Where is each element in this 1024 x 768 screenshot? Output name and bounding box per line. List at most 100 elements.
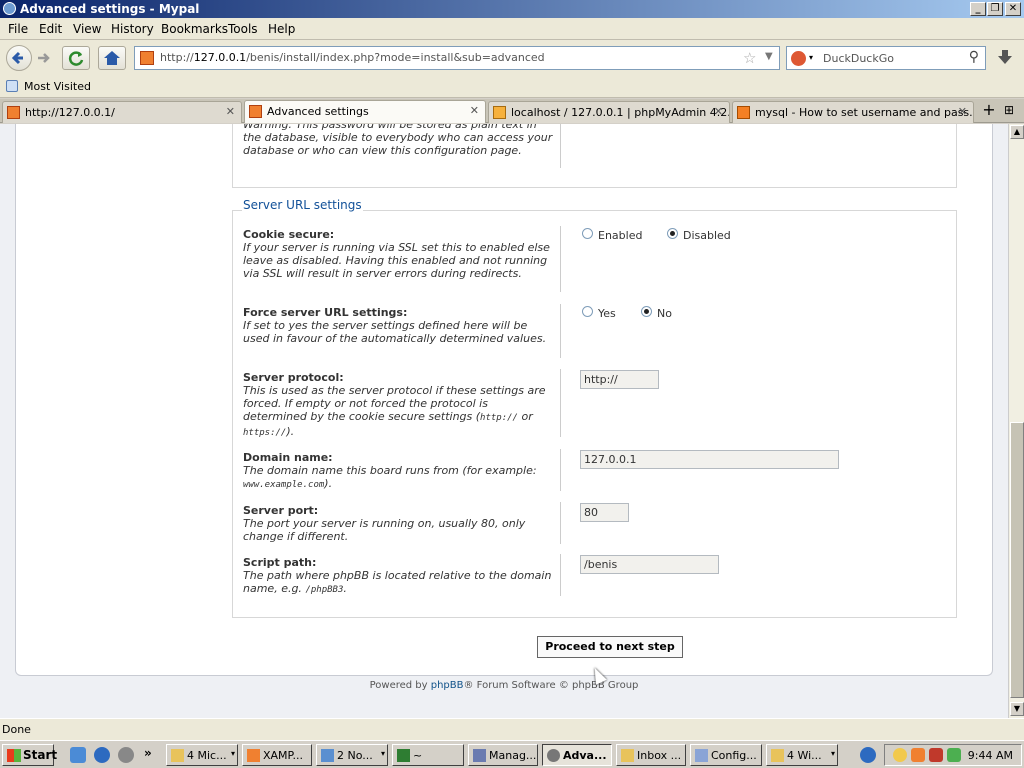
tab-close-icon[interactable]: ✕ xyxy=(958,105,967,118)
tray-tool-icon[interactable] xyxy=(929,748,943,762)
back-button[interactable] xyxy=(6,45,32,71)
server-protocol-label: Server protocol: xyxy=(243,371,344,384)
minimize-button[interactable]: _ xyxy=(970,2,986,16)
tab-stackoverflow[interactable]: mysql - How to set username and pass... … xyxy=(732,101,974,123)
domain-name-label: Domain name: xyxy=(243,451,333,464)
window-titlebar: Advanced settings - Mypal _ ❐ ✕ xyxy=(0,0,1024,18)
bookmark-most-visited[interactable]: Most Visited xyxy=(24,80,91,93)
tray-xampp-icon[interactable] xyxy=(911,748,925,762)
domain-name-label-block: Domain name: The domain name this board … xyxy=(243,451,553,492)
menu-file[interactable]: File xyxy=(8,22,28,36)
cookie-secure-enabled-radio[interactable] xyxy=(582,228,593,239)
menu-history[interactable]: History xyxy=(111,22,154,36)
address-bar[interactable]: http://127.0.0.1/benis/install/index.php… xyxy=(134,46,780,70)
quicklaunch-more-icon[interactable]: » xyxy=(144,746,152,760)
server-port-input[interactable]: 80 xyxy=(580,503,629,522)
start-label: Start xyxy=(23,748,58,762)
bookmark-star-icon[interactable]: ☆ xyxy=(743,49,756,67)
search-icon[interactable]: ⚲ xyxy=(969,49,979,65)
menu-view[interactable]: View xyxy=(73,22,101,36)
tray-network-icon[interactable] xyxy=(947,748,961,762)
force-server-yes-label[interactable]: Yes xyxy=(598,307,616,320)
cookie-secure-disabled-label[interactable]: Disabled xyxy=(683,229,731,242)
show-desktop-icon[interactable] xyxy=(70,747,86,763)
server-protocol-input[interactable]: http:// xyxy=(580,370,659,389)
tab-label: localhost / 127.0.0.1 | phpMyAdmin 4.2..… xyxy=(511,106,730,119)
phpbb-link[interactable]: phpBB xyxy=(431,680,464,691)
url-history-dropdown-icon[interactable]: ▼ xyxy=(765,51,773,62)
forward-button[interactable] xyxy=(34,46,56,70)
reload-button[interactable] xyxy=(62,46,90,70)
clock[interactable]: 9:44 AM xyxy=(968,749,1013,762)
folder-icon xyxy=(171,749,184,762)
column-divider xyxy=(560,502,561,544)
xampp-favicon-icon xyxy=(249,105,262,118)
force-server-label: Force server URL settings: xyxy=(243,306,408,319)
home-icon xyxy=(104,51,120,65)
cookie-secure-explain: If your server is running via SSL set th… xyxy=(243,241,550,280)
tab-label: Advanced settings xyxy=(267,105,369,118)
download-arrow-icon xyxy=(998,50,1012,64)
new-tab-button[interactable]: + xyxy=(980,101,998,121)
vertical-scrollbar[interactable]: ▲ ▼ xyxy=(1008,124,1024,718)
taskbar-item-terminal[interactable]: ~ xyxy=(392,744,464,766)
search-placeholder: DuckDuckGo xyxy=(823,52,894,65)
reload-icon xyxy=(68,51,84,66)
cookie-secure-disabled-radio[interactable] xyxy=(667,228,678,239)
taskbar-item-inbox[interactable]: Inbox ... xyxy=(616,744,686,766)
tab-close-icon[interactable]: ✕ xyxy=(226,105,235,118)
taskbar-item-windows[interactable]: 4 Wi... ▾ xyxy=(766,744,838,766)
taskbar-item-notepad[interactable]: 2 No... ▾ xyxy=(316,744,388,766)
tray-smiley-icon[interactable] xyxy=(893,748,907,762)
menu-tools[interactable]: Tools xyxy=(228,22,258,36)
mail-icon xyxy=(621,749,634,762)
force-server-no-label[interactable]: No xyxy=(657,307,672,320)
start-button[interactable]: Start xyxy=(2,744,58,766)
footer-prefix: Powered by xyxy=(369,680,431,691)
taskbar-item-config[interactable]: Config... xyxy=(690,744,762,766)
column-divider xyxy=(560,226,561,292)
home-button[interactable] xyxy=(98,46,126,70)
tab-label: mysql - How to set username and pass... xyxy=(755,106,974,119)
menu-help[interactable]: Help xyxy=(268,22,295,36)
taskbar-item-advanced-settings[interactable]: Adva... xyxy=(542,744,612,766)
mypal-quicklaunch-icon[interactable] xyxy=(118,747,134,763)
cookie-secure-enabled-label[interactable]: Enabled xyxy=(598,229,642,242)
menu-bookmarks[interactable]: Bookmarks xyxy=(161,22,228,36)
restore-button[interactable]: ❐ xyxy=(987,2,1003,16)
close-window-button[interactable]: ✕ xyxy=(1005,2,1021,16)
duckduckgo-engine-icon[interactable] xyxy=(791,51,806,66)
taskbar-item-mic[interactable]: 4 Mic... ▾ xyxy=(166,744,238,766)
tab-advanced-settings[interactable]: Advanced settings ✕ xyxy=(244,100,486,123)
column-divider xyxy=(560,304,561,358)
force-server-yes-radio[interactable] xyxy=(582,306,593,317)
tab-close-icon[interactable]: ✕ xyxy=(714,105,723,118)
tab-close-icon[interactable]: ✕ xyxy=(470,104,479,117)
notepad-icon xyxy=(321,749,334,762)
tab-phpmyadmin[interactable]: localhost / 127.0.0.1 | phpMyAdmin 4.2..… xyxy=(488,101,730,123)
script-path-label: Script path: xyxy=(243,556,317,569)
script-path-input[interactable]: /benis xyxy=(580,555,719,574)
domain-name-input[interactable]: 127.0.0.1 xyxy=(580,450,839,469)
engine-dropdown-icon[interactable]: ▾ xyxy=(809,53,813,62)
taskbar-item-xampp[interactable]: XAMP... xyxy=(242,744,312,766)
scroll-down-arrow-icon[interactable]: ▼ xyxy=(1010,702,1024,716)
column-divider xyxy=(560,449,561,491)
proceed-to-next-step-button[interactable]: Proceed to next step xyxy=(537,636,683,658)
tab-localhost[interactable]: http://127.0.0.1/ ✕ xyxy=(2,101,242,123)
status-text: Done xyxy=(2,723,31,736)
help-icon[interactable] xyxy=(860,747,876,763)
downloads-button[interactable] xyxy=(992,47,1018,69)
scroll-up-arrow-icon[interactable]: ▲ xyxy=(1010,125,1024,139)
menu-edit[interactable]: Edit xyxy=(39,22,62,36)
xampp-icon xyxy=(247,749,260,762)
internet-explorer-icon[interactable] xyxy=(94,747,110,763)
scrollbar-thumb[interactable] xyxy=(1010,422,1024,698)
list-all-tabs-icon[interactable]: ⊞ xyxy=(1004,103,1014,117)
force-server-no-radio[interactable] xyxy=(641,306,652,317)
search-box[interactable]: ▾ DuckDuckGo ⚲ xyxy=(786,46,986,70)
taskbar-item-manage[interactable]: Manag... xyxy=(468,744,538,766)
cookie-secure-label: Cookie secure: xyxy=(243,228,335,241)
cookie-secure-label-block: Cookie secure: If your server is running… xyxy=(243,228,553,280)
manage-icon xyxy=(473,749,486,762)
